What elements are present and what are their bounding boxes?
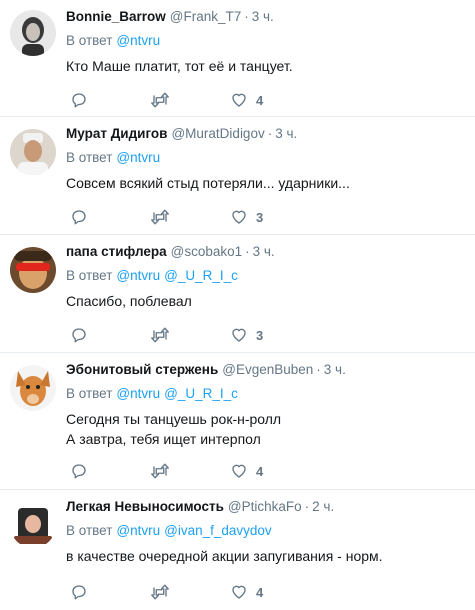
retweet-button[interactable]: [150, 208, 230, 226]
mention-link[interactable]: @_U_R_I_c: [164, 386, 238, 401]
avatar[interactable]: [10, 129, 56, 175]
separator-dot: ·: [304, 499, 310, 514]
reply-context: В ответ @ntvru @ivan_f_davydov: [66, 522, 465, 540]
retweet-icon: [151, 209, 169, 225]
reply-icon: [72, 585, 86, 600]
reply-button[interactable]: [70, 91, 150, 109]
reply-icon: [72, 328, 86, 343]
reply-prefix: В ответ: [66, 150, 113, 165]
tweet-text: в качестве очередной акции запугивания -…: [66, 546, 465, 566]
retweet-icon: [151, 463, 169, 479]
timestamp[interactable]: 2 ч.: [312, 499, 334, 514]
avatar[interactable]: [10, 10, 56, 56]
heart-icon: [232, 464, 246, 478]
reply-prefix: В ответ: [66, 33, 113, 48]
tweet[interactable]: Bonnie_Barrow @Frank_T7 · 3 ч. В ответ @ntvr…: [0, 0, 475, 117]
like-count: 4: [256, 92, 264, 108]
tweet-text: Спасибо, поблевал: [66, 291, 465, 311]
retweet-button[interactable]: [150, 91, 230, 109]
avatar[interactable]: [10, 365, 56, 411]
tweet-text: Совсем всякий стыд потеряли... ударники.…: [66, 173, 465, 193]
tweet[interactable]: Легкая Невыносимость @PtichkaFo · 2 ч. В от…: [0, 490, 475, 610]
separator-dot: ·: [245, 244, 250, 259]
mention-link[interactable]: @_U_R_I_c: [164, 268, 238, 283]
tweet-text: Сегодня ты танцуешь рок-н-ролл А завтра,…: [66, 409, 465, 449]
tweet[interactable]: папа стифлера @scobako1 · 3 ч. В ответ @ntvr…: [0, 235, 475, 353]
reply-button[interactable]: [70, 583, 150, 601]
author-handle[interactable]: @Frank_T7: [170, 9, 241, 24]
timestamp[interactable]: 3 ч.: [275, 126, 297, 141]
timestamp[interactable]: 3 ч.: [253, 244, 275, 259]
avatar[interactable]: [10, 502, 56, 548]
mention-link[interactable]: @ntvru: [116, 386, 160, 401]
mention-link[interactable]: @ivan_f_davydov: [164, 523, 272, 538]
like-button[interactable]: 3: [230, 208, 263, 226]
like-count: 4: [256, 584, 264, 600]
mention-link[interactable]: @ntvru: [116, 33, 160, 48]
reply-prefix: В ответ: [66, 268, 113, 283]
reply-button[interactable]: [70, 326, 150, 344]
like-button[interactable]: 4: [230, 91, 263, 109]
mention-link[interactable]: @ntvru: [116, 150, 160, 165]
retweet-icon: [151, 92, 169, 108]
tweet-text: Кто Маше платит, тот её и танцует.: [66, 56, 465, 76]
author-name[interactable]: Эбонитовый стержень: [66, 362, 218, 377]
timestamp[interactable]: 3 ч.: [252, 9, 274, 24]
author-handle[interactable]: @scobako1: [171, 244, 243, 259]
author-name[interactable]: Легкая Невыносимость: [66, 499, 224, 514]
like-button[interactable]: 4: [230, 462, 263, 480]
like-count: 4: [256, 463, 264, 479]
tweet-text-line: Спасибо, поблевал: [66, 293, 192, 309]
author-handle[interactable]: @MuratDidigov: [171, 126, 264, 141]
tweet[interactable]: Эбонитовый стержень @EvgenBuben · 3 ч. В от…: [0, 353, 475, 490]
separator-dot: ·: [244, 9, 249, 24]
like-button[interactable]: 3: [230, 326, 263, 344]
author-handle[interactable]: @EvgenBuben: [222, 362, 313, 377]
tweet[interactable]: Мурат Дидигов @MuratDidigov · 3 ч. В ответ @…: [0, 117, 475, 235]
tweet-text-line: в качестве очередной акции запугивания -…: [66, 548, 383, 564]
reply-button[interactable]: [70, 208, 150, 226]
reply-icon: [72, 464, 86, 479]
reply-button[interactable]: [70, 462, 150, 480]
retweet-button[interactable]: [150, 326, 230, 344]
retweet-button[interactable]: [150, 583, 230, 601]
like-count: 3: [256, 209, 264, 225]
mention-link[interactable]: @ntvru: [116, 268, 160, 283]
tweet-text-line: А завтра, тебя ищет интерпол: [66, 431, 261, 447]
tweet-text-line: Совсем всякий стыд потеряли... ударники.…: [66, 175, 350, 191]
heart-icon: [232, 210, 246, 224]
like-count: 3: [256, 327, 264, 343]
author-name[interactable]: Мурат Дидигов: [66, 126, 167, 141]
author-handle[interactable]: @PtichkaFo: [228, 499, 302, 514]
reply-icon: [72, 210, 86, 225]
heart-icon: [232, 93, 246, 107]
retweet-icon: [151, 327, 169, 343]
avatar[interactable]: [10, 247, 56, 293]
like-button[interactable]: 4: [230, 583, 263, 601]
mention-link[interactable]: @ntvru: [116, 523, 160, 538]
reply-prefix: В ответ: [66, 523, 113, 538]
retweet-icon: [151, 584, 169, 600]
separator-dot: ·: [267, 126, 273, 141]
reply-prefix: В ответ: [66, 386, 113, 401]
reply-context: В ответ @ntvru @_U_R_I_c: [66, 267, 465, 285]
reply-context: В ответ @ntvru: [66, 149, 465, 167]
author-name[interactable]: Bonnie_Barrow: [66, 9, 166, 24]
reply-icon: [72, 93, 86, 108]
timestamp[interactable]: 3 ч.: [324, 362, 346, 377]
heart-icon: [232, 585, 246, 599]
tweet-text-line: Сегодня ты танцуешь рок-н-ролл: [66, 411, 282, 427]
heart-icon: [232, 328, 246, 342]
reply-context: В ответ @ntvru: [66, 32, 465, 50]
reply-context: В ответ @ntvru @_U_R_I_c: [66, 385, 465, 403]
author-name[interactable]: папа стифлера: [66, 244, 167, 259]
tweet-text-line: Кто Маше платит, тот её и танцует.: [66, 58, 293, 74]
retweet-button[interactable]: [150, 462, 230, 480]
separator-dot: ·: [316, 362, 321, 377]
